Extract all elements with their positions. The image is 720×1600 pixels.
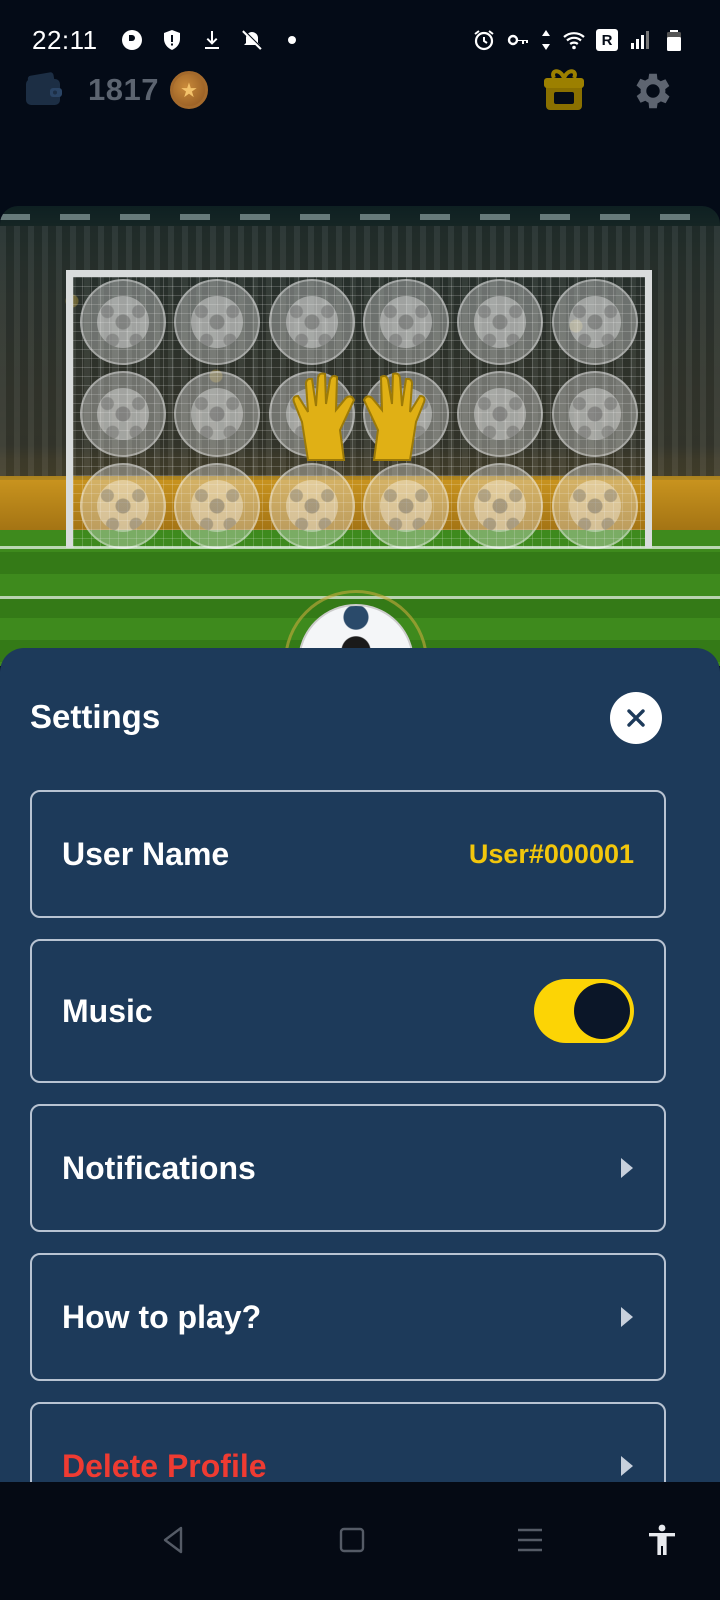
vpn-key-icon — [506, 28, 530, 52]
settings-sheet: Settings User Name User#000001 Music Not… — [0, 648, 720, 1482]
shot-target[interactable] — [170, 276, 264, 368]
status-left-icons — [120, 28, 304, 52]
shot-target[interactable] — [359, 276, 453, 368]
delete-profile-row[interactable]: Delete Profile — [30, 1402, 666, 1482]
download-icon — [200, 28, 224, 52]
shot-target[interactable] — [548, 368, 642, 460]
shot-target[interactable] — [76, 276, 170, 368]
user-name-row[interactable]: User Name User#000001 — [30, 790, 666, 918]
gift-button[interactable] — [542, 66, 586, 114]
data-arrows-icon — [540, 28, 552, 52]
recents-button[interactable] — [508, 1518, 552, 1562]
shield-icon — [160, 28, 184, 52]
music-toggle[interactable] — [534, 979, 634, 1043]
notifications-row[interactable]: Notifications — [30, 1104, 666, 1232]
how-to-play-label: How to play? — [62, 1298, 262, 1335]
mute-bell-icon — [240, 28, 264, 52]
game-header: 1817 ★ — [0, 62, 720, 122]
shot-target[interactable] — [359, 460, 453, 552]
music-label: Music — [62, 992, 153, 1029]
how-to-play-row[interactable]: How to play? — [30, 1253, 666, 1381]
home-icon — [339, 1527, 365, 1553]
chevron-right-icon — [621, 1456, 633, 1476]
wallet-icon[interactable] — [24, 70, 64, 110]
gear-icon — [636, 73, 670, 109]
game-field — [0, 206, 720, 666]
back-button[interactable] — [152, 1518, 196, 1562]
shot-target[interactable] — [453, 460, 547, 552]
chevron-right-icon — [621, 1158, 633, 1178]
close-icon — [627, 709, 645, 727]
wifi-icon — [562, 28, 586, 52]
user-name-value: User#000001 — [468, 838, 634, 869]
chevron-right-icon — [621, 1307, 633, 1327]
dot-icon — [280, 28, 304, 52]
notifications-label: Notifications — [62, 1149, 256, 1186]
shot-target[interactable] — [265, 460, 359, 552]
home-button[interactable] — [330, 1518, 374, 1562]
gift-icon — [544, 69, 584, 110]
status-right-icons: R — [472, 28, 686, 52]
settings-title: Settings — [30, 698, 161, 735]
back-icon — [163, 1526, 183, 1554]
shot-target[interactable] — [265, 276, 359, 368]
delete-profile-label: Delete Profile — [62, 1447, 267, 1483]
close-button[interactable] — [610, 692, 662, 744]
user-name-label: User Name — [62, 835, 230, 872]
shot-target[interactable] — [453, 368, 547, 460]
recents-icon — [518, 1528, 542, 1552]
signal-icon — [628, 28, 652, 52]
shot-target[interactable] — [170, 460, 264, 552]
goalkeeper-gloves-icon — [292, 372, 426, 461]
accessibility-button[interactable] — [640, 1518, 684, 1562]
shot-target[interactable] — [548, 460, 642, 552]
shot-target[interactable] — [76, 368, 170, 460]
shot-target[interactable] — [170, 368, 264, 460]
shot-target[interactable] — [548, 276, 642, 368]
coin-icon: ★ — [170, 71, 208, 109]
system-nav-bar — [0, 1482, 720, 1600]
stadium-lights — [0, 214, 720, 220]
app-icon — [120, 28, 144, 52]
battery-icon — [662, 28, 686, 52]
accessibility-icon — [649, 1524, 675, 1555]
toggle-knob — [574, 983, 630, 1039]
shot-target[interactable] — [76, 460, 170, 552]
shot-target[interactable] — [453, 276, 547, 368]
coin-balance: 1817 — [88, 72, 159, 107]
settings-gear-button[interactable] — [630, 68, 676, 114]
music-row: Music — [30, 939, 666, 1083]
roaming-badge-icon: R — [596, 29, 618, 51]
status-time: 22:11 — [32, 24, 98, 55]
alarm-icon — [472, 28, 496, 52]
